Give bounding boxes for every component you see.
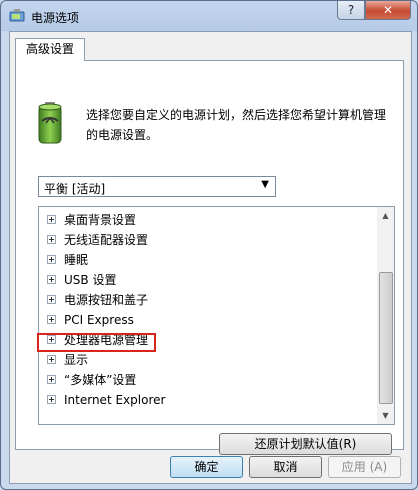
power-plan-select[interactable]: 平衡 [活动] ▼ [38, 176, 276, 197]
highlight-box [37, 333, 156, 352]
title-bar[interactable]: 电源选项 ? ✕ [1, 1, 417, 31]
scroll-down-icon[interactable]: ▼ [377, 407, 394, 424]
tree-item[interactable]: “多媒体”设置 [47, 370, 136, 390]
tree-item[interactable]: Internet Explorer [47, 390, 165, 410]
help-button[interactable]: ? [337, 1, 365, 20]
tree-item-label: 显示 [64, 353, 89, 367]
tree-item[interactable]: 显示 [47, 350, 88, 370]
battery-icon [38, 102, 62, 144]
power-plan-value: 平衡 [活动] [44, 182, 106, 196]
tree-item-label: Internet Explorer [64, 393, 166, 407]
tree-item[interactable]: 电源按钮和盖子 [47, 290, 148, 310]
expand-plus-icon[interactable] [47, 215, 56, 224]
tree-item[interactable]: 桌面背景设置 [47, 210, 136, 230]
expand-plus-icon[interactable] [47, 375, 56, 384]
power-options-window: 电源选项 ? ✕ 高级设置 选择您要自定义的电源计划，然后选择您希望计算机管理的… [0, 0, 418, 490]
expand-plus-icon[interactable] [47, 275, 56, 284]
tree-item[interactable]: USB 设置 [47, 270, 116, 290]
scrollbar-thumb[interactable] [379, 272, 393, 404]
restore-defaults-button[interactable]: 还原计划默认值(R) [219, 433, 392, 455]
advanced-settings-panel: 选择您要自定义的电源计划，然后选择您希望计算机管理的电源设置。 平衡 [活动] … [15, 60, 404, 455]
expand-plus-icon[interactable] [47, 255, 56, 264]
tree-item-label: 无线适配器设置 [64, 233, 149, 247]
tree-item-label: 电源按钮和盖子 [64, 293, 149, 307]
tab-advanced-settings[interactable]: 高级设置 [15, 38, 85, 61]
close-button[interactable]: ✕ [365, 1, 411, 20]
tree-item[interactable]: 无线适配器设置 [47, 230, 148, 250]
ok-button[interactable]: 确定 [170, 456, 243, 478]
vertical-scrollbar[interactable]: ▲ ▼ [377, 207, 394, 424]
window-title: 电源选项 [31, 11, 80, 25]
apply-button[interactable]: 应用 (A) [328, 456, 401, 478]
tree-item-label: “多媒体”设置 [64, 373, 137, 387]
chevron-down-icon: ▼ [261, 179, 269, 190]
tree-item[interactable]: 睡眠 [47, 250, 88, 270]
expand-plus-icon[interactable] [47, 395, 56, 404]
tree-item-label: 桌面背景设置 [64, 213, 137, 227]
scroll-up-icon[interactable]: ▲ [377, 207, 394, 224]
expand-plus-icon[interactable] [47, 235, 56, 244]
expand-plus-icon[interactable] [47, 315, 56, 324]
tree-item-label: 睡眠 [64, 253, 89, 267]
dialog-client-area: 高级设置 选择您要自定义的电源计划，然后选择您希望计算机管理的电源设置。 平衡 … [9, 31, 412, 484]
tree-item-label: USB 设置 [64, 273, 117, 287]
expand-plus-icon[interactable] [47, 295, 56, 304]
tree-item-label: PCI Express [64, 313, 134, 327]
cancel-button[interactable]: 取消 [249, 456, 322, 478]
instruction-text: 选择您要自定义的电源计划，然后选择您希望计算机管理的电源设置。 [86, 108, 387, 142]
tree-item[interactable]: PCI Express [47, 310, 134, 330]
power-options-icon [9, 9, 25, 22]
settings-tree[interactable]: 桌面背景设置 无线适配器设置 睡眠 USB 设置 电源按钮和盖子 PCI Exp… [38, 206, 395, 425]
expand-plus-icon[interactable] [47, 355, 56, 364]
